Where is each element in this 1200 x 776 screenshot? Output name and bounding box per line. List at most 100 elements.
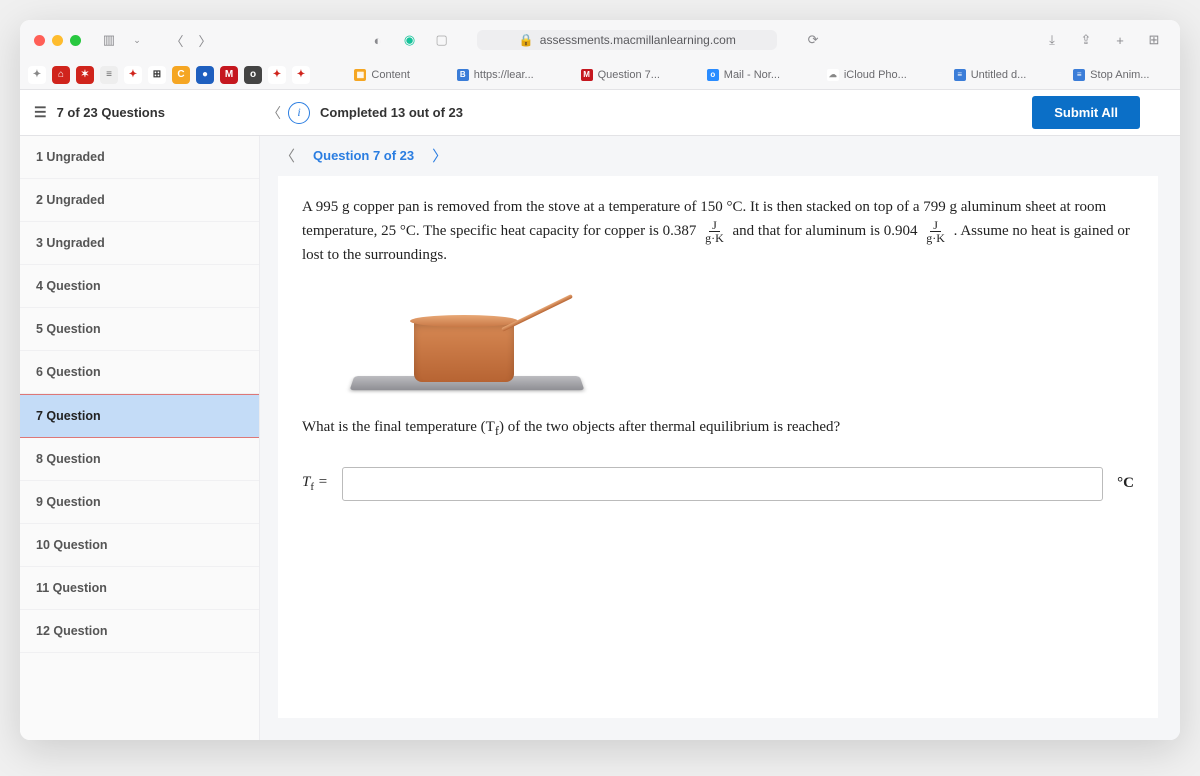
nav-buttons: 〈 〉 (165, 28, 217, 52)
sidebar-question-item[interactable]: 9 Question (20, 481, 259, 524)
question-nav: 〈 Question 7 of 23 〉 (260, 136, 1180, 174)
favorite-icon[interactable]: ✦ (292, 66, 310, 84)
close-window-icon[interactable] (34, 35, 45, 46)
tab-label: Untitled d... (971, 69, 1027, 81)
grammarly-icon[interactable]: ◉ (398, 28, 422, 52)
sidebar-question-item[interactable]: 4 Question (20, 265, 259, 308)
pot-handle-graphic (501, 294, 573, 332)
tab-favicon-icon: ☁ (827, 69, 839, 81)
sidebar-toggle-icon[interactable]: ▥ (97, 28, 121, 52)
tabs-row: ▦ContentBhttps://lear...MQuestion 7...oM… (332, 65, 1172, 85)
favorite-icon[interactable]: ✦ (124, 66, 142, 84)
submit-all-button[interactable]: Submit All (1032, 96, 1140, 129)
sidebar-question-item[interactable]: 11 Question (20, 567, 259, 610)
tab-favicon-icon: M (581, 69, 593, 81)
progress-label: 7 of 23 Questions (57, 105, 165, 120)
favorite-icon[interactable]: ≡ (100, 66, 118, 84)
answer-unit: °C (1117, 472, 1134, 495)
browser-tab[interactable]: o Mail - Nor... (697, 65, 790, 85)
info-icon[interactable]: i (288, 102, 310, 124)
download-icon[interactable]: ⤓ (1040, 28, 1064, 52)
answer-variable: Tf = (302, 471, 328, 496)
fraction-1: J g·K (702, 219, 727, 244)
browser-tab[interactable]: ≡ Stop Anim... (1063, 65, 1159, 85)
new-tab-icon[interactable]: + (1108, 28, 1132, 52)
favorite-icon[interactable]: o (244, 66, 262, 84)
shield-icon[interactable]: ◐ (366, 28, 390, 52)
favorites-cluster: ✦ ⌂ ✶ ≡ ✦ ⊞ C ● Mo ✦ ✦ (28, 66, 310, 84)
app-body: 1 Ungraded2 Ungraded3 Ungraded4 Question… (20, 136, 1180, 740)
browser-tab[interactable]: ▦ Content (344, 65, 420, 85)
tab-favicon-icon: ≡ (1073, 69, 1085, 81)
collapse-sidebar-icon[interactable]: 〈 (260, 103, 288, 123)
answer-row: Tf = °C (302, 467, 1134, 501)
favorite-icon[interactable]: M (220, 66, 238, 84)
url-text: assessments.macmillanlearning.com (540, 33, 736, 47)
favorite-icon[interactable]: C (172, 66, 190, 84)
browser-tab[interactable]: M Question 7... (571, 65, 670, 85)
window-controls (34, 35, 81, 46)
tab-favicon-icon: o (707, 69, 719, 81)
reload-icon[interactable]: ⟳ (801, 28, 825, 52)
address-bar[interactable]: 🔒 assessments.macmillanlearning.com (477, 30, 777, 50)
answer-input[interactable] (342, 467, 1103, 501)
tab-favicon-icon: ▦ (354, 69, 366, 81)
tab-dropdown-icon[interactable]: ⌄ (125, 28, 149, 52)
sidebar-question-item[interactable]: 7 Question (20, 394, 259, 438)
browser-window: ▥ ⌄ 〈 〉 ◐ ◉ ▢ 🔒 assessments.macmillanlea… (20, 20, 1180, 740)
favorite-icon[interactable]: ● (196, 66, 214, 84)
sidebar-question-item[interactable]: 1 Ungraded (20, 136, 259, 179)
share-icon[interactable]: ⇪ (1074, 28, 1098, 52)
sidebar-toggle-group: ▥ ⌄ (97, 28, 149, 52)
tab-label: Stop Anim... (1090, 69, 1149, 81)
maximize-window-icon[interactable] (70, 35, 81, 46)
tab-strip: ✦ ⌂ ✶ ≡ ✦ ⊞ C ● Mo ✦ ✦ ▦ Content Bhttps://lear... M Qu… (20, 60, 1180, 90)
copper-pot-graphic (414, 320, 514, 382)
sidebar-question-item[interactable]: 5 Question (20, 308, 259, 351)
list-icon: ☰ (34, 104, 47, 121)
sidebar-question-item[interactable]: 8 Question (20, 438, 259, 481)
tabs-overview-icon[interactable]: ⊞ (1142, 28, 1166, 52)
tab-label: Question 7... (598, 69, 660, 81)
question-sidebar: 1 Ungraded2 Ungraded3 Ungraded4 Question… (20, 136, 260, 740)
question-text: A 995 g copper pan is removed from the s… (302, 196, 1134, 268)
lock-icon: 🔒 (519, 33, 534, 47)
question-prompt: What is the final temperature (Tf) of th… (302, 416, 1134, 441)
question-crumb: Question 7 of 23 (313, 148, 414, 163)
titlebar: ▥ ⌄ 〈 〉 ◐ ◉ ▢ 🔒 assessments.macmillanlea… (20, 20, 1180, 60)
tab-favicon-icon: ≡ (954, 69, 966, 81)
favorite-icon[interactable]: ✦ (28, 66, 46, 84)
browser-tab[interactable]: Bhttps://lear... (447, 65, 544, 85)
extension-icon[interactable]: ▢ (430, 28, 454, 52)
pan-illustration (342, 278, 612, 398)
browser-tab[interactable]: ☁ iCloud Pho... (817, 65, 917, 85)
app-header: ☰ 7 of 23 Questions 〈 i Completed 13 out… (20, 90, 1180, 136)
next-question-icon[interactable]: 〉 (428, 145, 451, 166)
favorite-icon[interactable]: ✶ (76, 66, 94, 84)
progress-summary: ☰ 7 of 23 Questions (20, 104, 260, 121)
toolbar-right: ⤓ ⇪ + ⊞ (1040, 28, 1166, 52)
browser-tab[interactable]: ≡ Untitled d... (944, 65, 1037, 85)
sidebar-question-item[interactable]: 6 Question (20, 351, 259, 394)
sidebar-question-item[interactable]: 2 Ungraded (20, 179, 259, 222)
forward-icon[interactable]: 〉 (193, 28, 217, 52)
address-bar-wrap: 🔒 assessments.macmillanlearning.com (462, 30, 794, 50)
app-frame: ☰ 7 of 23 Questions 〈 i Completed 13 out… (20, 90, 1180, 740)
tab-label: iCloud Pho... (844, 69, 907, 81)
fraction-2: J g·K (923, 219, 948, 244)
sidebar-question-item[interactable]: 10 Question (20, 524, 259, 567)
back-icon[interactable]: 〈 (165, 28, 189, 52)
sidebar-question-item[interactable]: 3 Ungraded (20, 222, 259, 265)
tab-label: https://lear... (474, 69, 534, 81)
tab-label: Content (371, 69, 410, 81)
question-card: A 995 g copper pan is removed from the s… (278, 176, 1158, 718)
favorite-icon[interactable]: ✦ (268, 66, 286, 84)
content-area: 〈 Question 7 of 23 〉 A 995 g copper pan … (260, 136, 1180, 740)
sidebar-question-item[interactable]: 12 Question (20, 610, 259, 653)
completed-status: Completed 13 out of 23 (320, 105, 1032, 120)
favorite-icon[interactable]: ⊞ (148, 66, 166, 84)
favorite-icon[interactable]: ⌂ (52, 66, 70, 84)
tab-label: Mail - Nor... (724, 69, 780, 81)
minimize-window-icon[interactable] (52, 35, 63, 46)
prev-question-icon[interactable]: 〈 (276, 145, 299, 166)
